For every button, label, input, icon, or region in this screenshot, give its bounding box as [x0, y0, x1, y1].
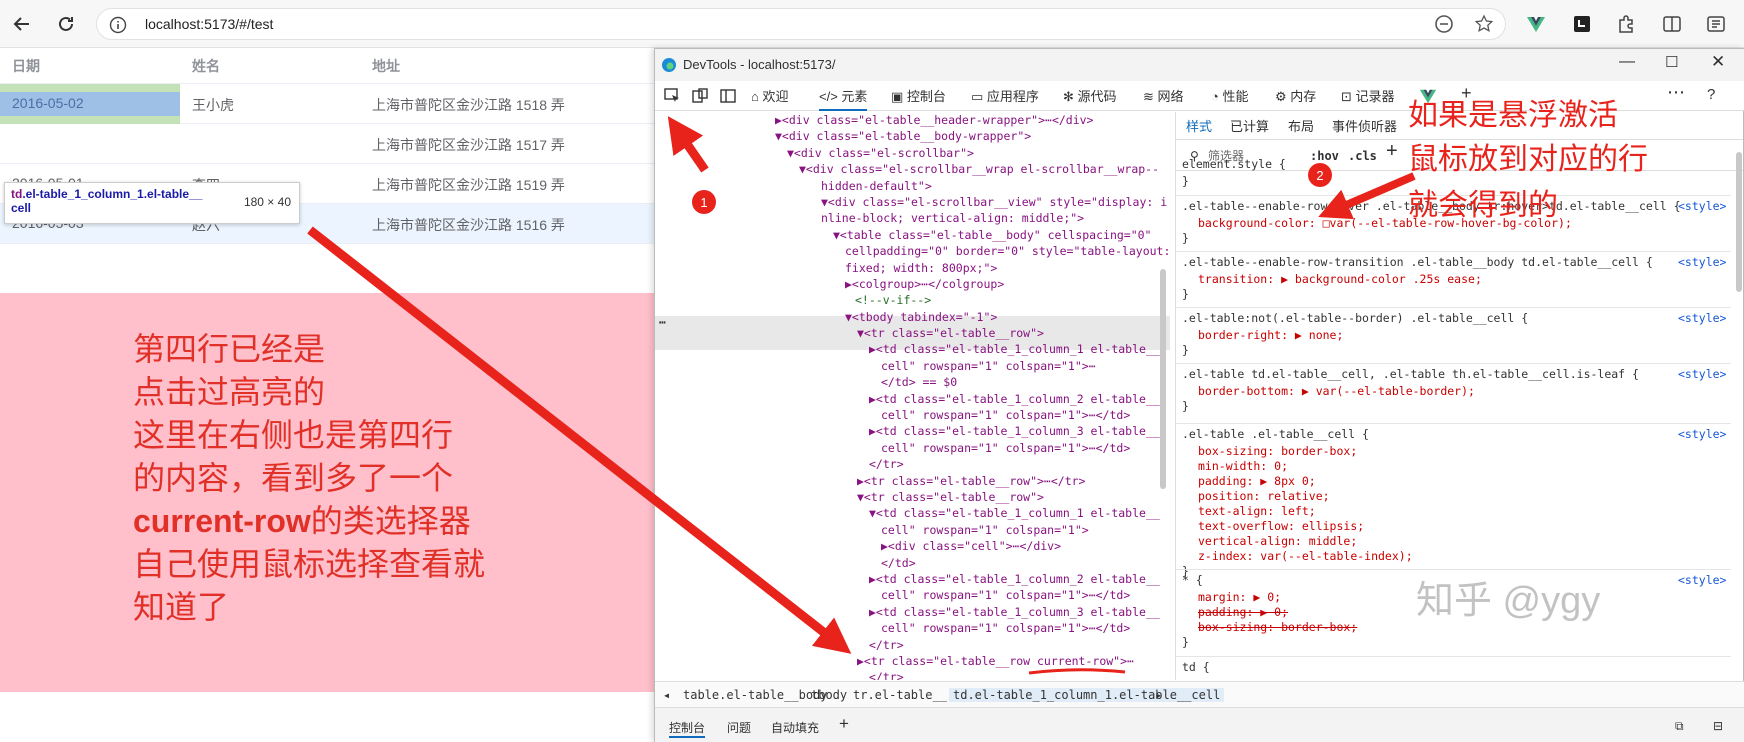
arrow-to-inspect — [667, 116, 709, 173]
annotation-arrows — [307, 116, 1416, 654]
screen: localhost:5173/#/test 日期 姓名 地址 2016-05-0… — [0, 0, 1744, 742]
arrow-to-hover-rule — [1318, 172, 1416, 220]
arrow-to-current-row — [307, 226, 852, 654]
